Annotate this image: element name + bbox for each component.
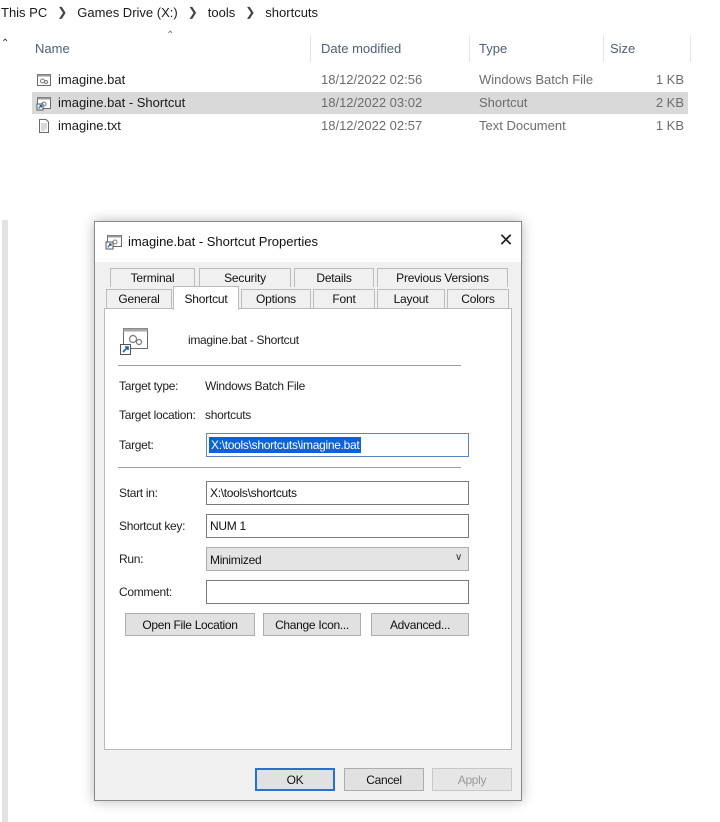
shortcut-icon (105, 235, 122, 250)
tab-general[interactable]: General (106, 289, 172, 308)
shortcut-icon (120, 328, 148, 355)
tab-details[interactable]: Details (294, 268, 374, 287)
breadcrumb-tools[interactable]: tools (205, 5, 238, 20)
column-header-type[interactable]: Type (479, 41, 507, 56)
target-location-label: Target location: (119, 408, 196, 422)
comment-input[interactable] (206, 580, 469, 604)
comment-label: Comment: (119, 585, 172, 599)
column-divider[interactable] (469, 36, 470, 62)
target-selected-text: X:\tools\shortcuts\imagine.bat (209, 437, 362, 453)
column-divider[interactable] (310, 36, 311, 62)
shortcut-icon (36, 97, 51, 111)
file-list: ⌃ Name Date modified Type Size imagine.b… (26, 30, 720, 190)
file-row[interactable]: imagine.txt 18/12/2022 02:57 Text Docume… (32, 115, 688, 137)
target-location-value: shortcuts (205, 408, 251, 422)
tab-previous-versions[interactable]: Previous Versions (377, 268, 508, 287)
shortcut-name: imagine.bat - Shortcut (188, 333, 299, 347)
column-divider[interactable] (603, 36, 604, 62)
file-type: Text Document (479, 118, 566, 133)
separator (118, 365, 461, 367)
chevron-right-icon[interactable]: ❯ (50, 5, 74, 19)
apply-button[interactable]: Apply (432, 768, 512, 791)
target-type-label: Target type: (119, 379, 179, 393)
scroll-up-icon[interactable]: ⌃ (1, 38, 9, 49)
cancel-button[interactable]: Cancel (344, 768, 424, 791)
start-in-input[interactable] (206, 481, 469, 505)
file-row[interactable]: imagine.bat 18/12/2022 02:56 Windows Bat… (32, 69, 688, 91)
file-name: imagine.bat - Shortcut (58, 95, 186, 110)
run-label: Run: (119, 552, 144, 566)
column-header-name[interactable]: Name (35, 41, 70, 56)
shortcut-key-label: Shortcut key: (119, 519, 186, 533)
file-size: 2 KB (655, 95, 684, 110)
run-selected-value: Minimized (210, 553, 262, 567)
start-in-label: Start in: (119, 486, 158, 500)
file-row[interactable]: imagine.bat - Shortcut 18/12/2022 03:02 … (32, 92, 688, 114)
navigation-scrollbar[interactable] (2, 220, 8, 822)
target-type-value: Windows Batch File (205, 379, 305, 393)
separator (118, 467, 461, 469)
file-name: imagine.bat (58, 72, 126, 87)
column-header-date-modified[interactable]: Date modified (321, 41, 401, 56)
chevron-right-icon[interactable]: ❯ (181, 5, 205, 19)
target-input[interactable]: X:\tools\shortcuts\imagine.bat (206, 433, 469, 457)
file-type: Windows Batch File (479, 72, 594, 87)
chevron-right-icon[interactable]: ❯ (238, 5, 262, 19)
file-date: 18/12/2022 02:57 (321, 118, 423, 133)
shortcut-key-input[interactable] (206, 514, 469, 538)
chevron-down-icon: ∨ (454, 552, 462, 563)
file-date: 18/12/2022 02:56 (321, 72, 423, 87)
column-headers: ⌃ Name Date modified Type Size (26, 30, 694, 68)
tab-font[interactable]: Font (313, 289, 375, 308)
shortcut-properties-dialog: imagine.bat - Shortcut Properties ✕ Term… (94, 221, 522, 801)
sort-ascending-icon: ⌃ (166, 30, 175, 41)
file-date: 18/12/2022 03:02 (321, 95, 423, 110)
file-type: Shortcut (479, 95, 528, 110)
breadcrumb-games-drive[interactable]: Games Drive (X:) (74, 5, 180, 20)
breadcrumb: This PC ❯ Games Drive (X:) ❯ tools ❯ sho… (0, 0, 720, 24)
tab-shortcut[interactable]: Shortcut (173, 286, 239, 310)
tab-colors[interactable]: Colors (447, 289, 509, 308)
file-size: 1 KB (655, 118, 684, 133)
tab-terminal[interactable]: Terminal (110, 268, 195, 287)
ok-button[interactable]: OK (255, 768, 335, 791)
dialog-title: imagine.bat - Shortcut Properties (128, 234, 319, 249)
breadcrumb-shortcuts[interactable]: shortcuts (262, 5, 321, 20)
breadcrumb-this-pc[interactable]: This PC (0, 5, 50, 20)
column-header-size[interactable]: Size (610, 41, 635, 56)
run-select[interactable]: Minimized ∨ (206, 547, 469, 571)
file-name: imagine.txt (58, 118, 121, 133)
dialog-titlebar[interactable]: imagine.bat - Shortcut Properties ✕ (95, 222, 521, 262)
target-label: Target: (119, 438, 154, 452)
shortcut-tab-panel: imagine.bat - Shortcut Target type: Wind… (104, 308, 512, 750)
tab-layout[interactable]: Layout (377, 289, 445, 308)
batch-file-icon (37, 74, 51, 86)
column-divider[interactable] (690, 36, 691, 62)
tab-security[interactable]: Security (199, 268, 291, 287)
text-file-icon (39, 119, 49, 133)
tab-options[interactable]: Options (241, 289, 311, 308)
advanced-button[interactable]: Advanced... (371, 613, 469, 636)
open-file-location-button[interactable]: Open File Location (125, 613, 255, 636)
change-icon-button[interactable]: Change Icon... (263, 613, 361, 636)
navigation-pane: ⌃ (0, 30, 11, 822)
file-size: 1 KB (655, 72, 684, 87)
close-icon[interactable]: ✕ (491, 222, 521, 258)
